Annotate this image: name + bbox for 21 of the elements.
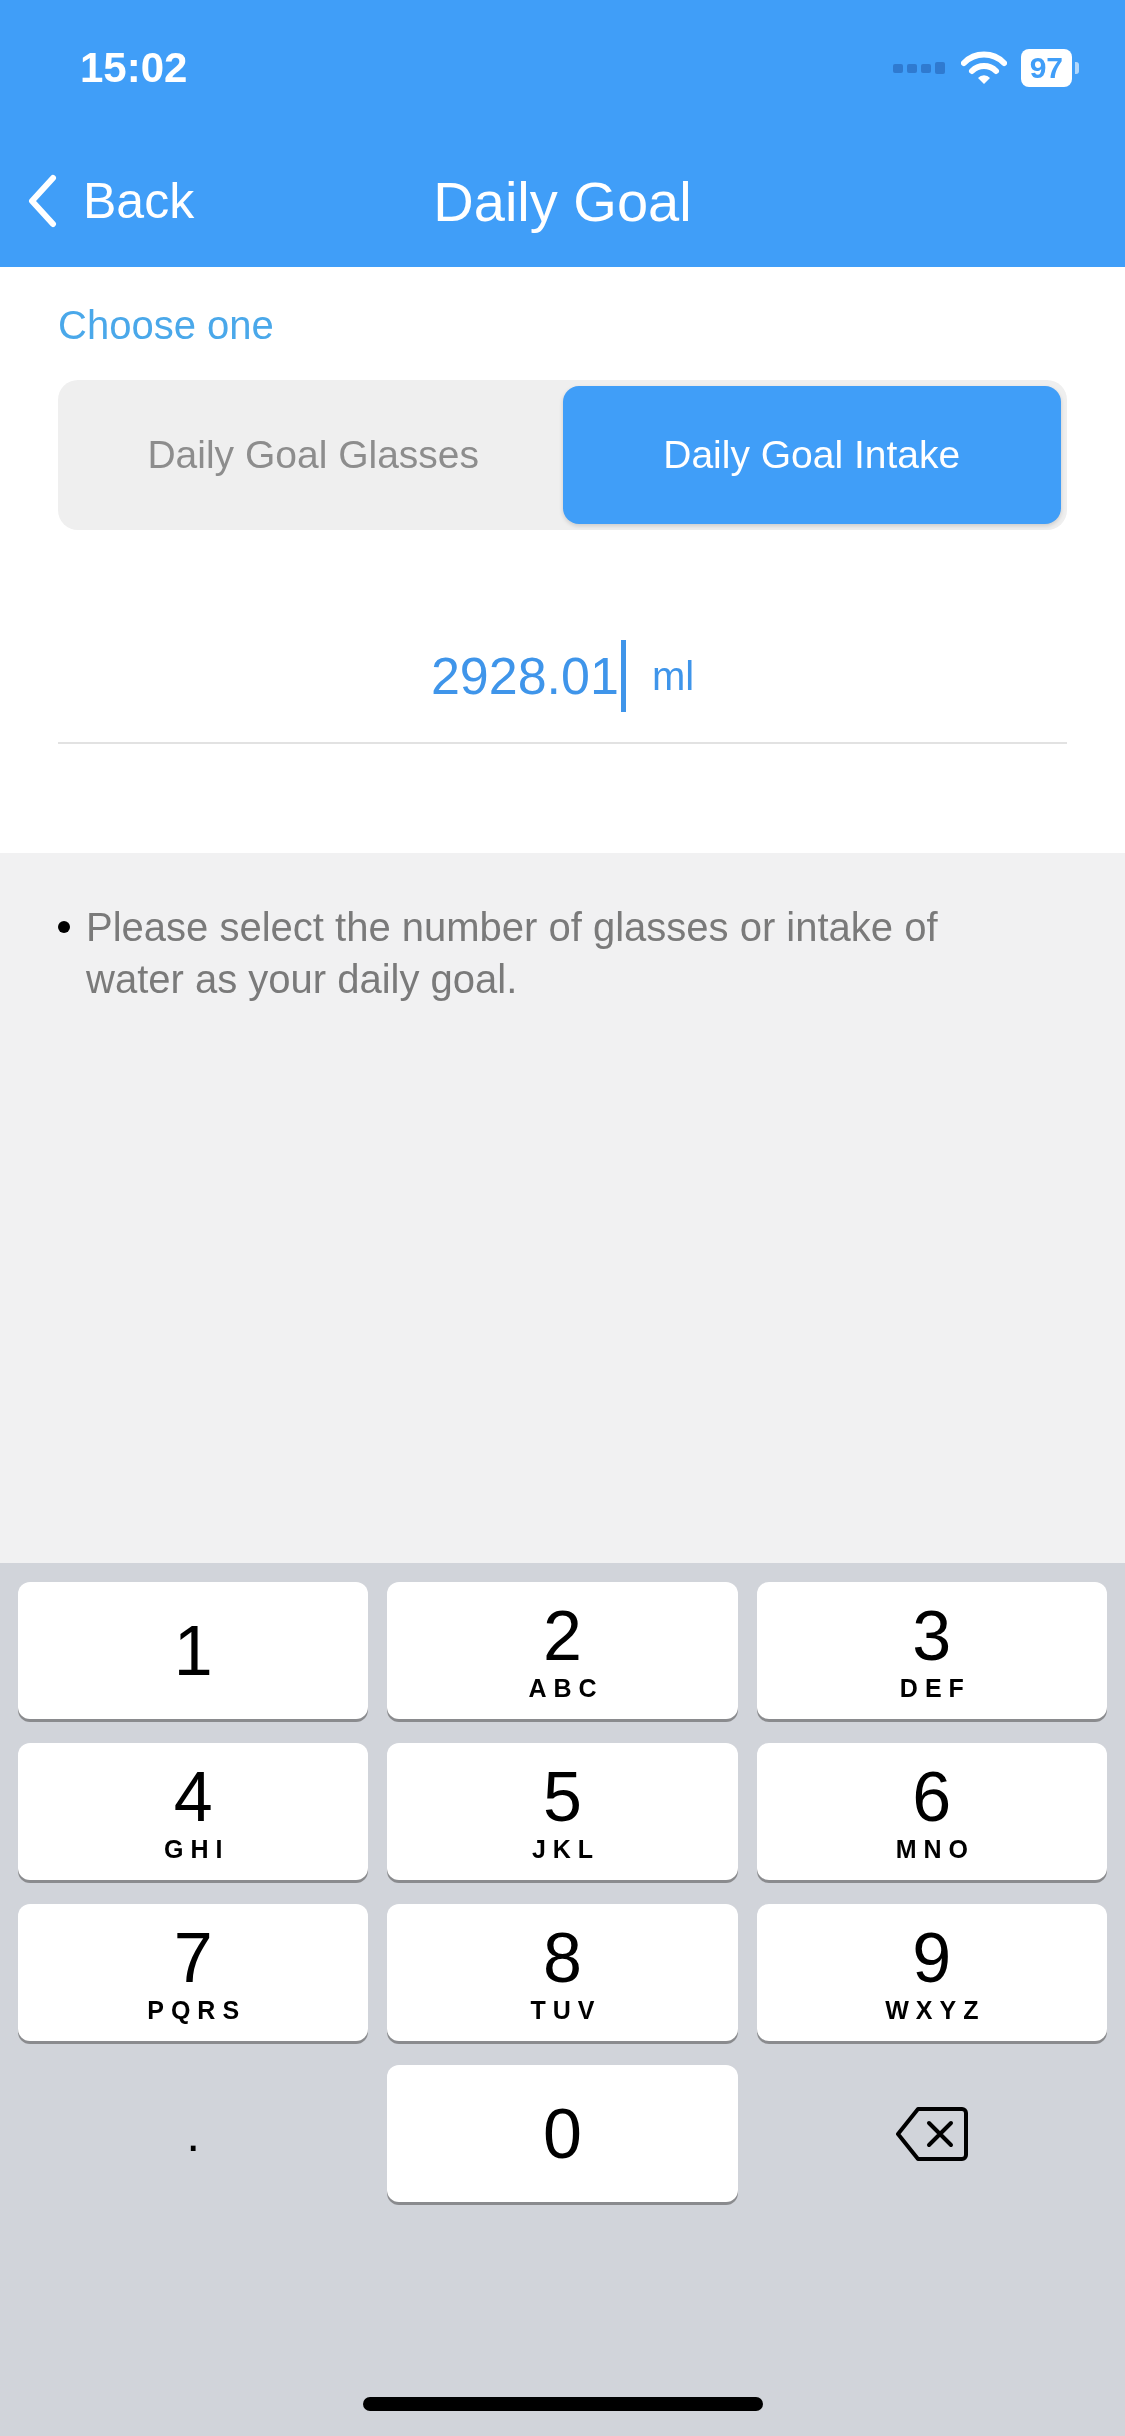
bullet-icon bbox=[58, 921, 70, 933]
section-label: Choose one bbox=[58, 303, 274, 348]
keypad-key[interactable]: 8 TUV bbox=[387, 1904, 738, 2041]
note-text: Please select the number of glasses or intake of water as your daily goal. bbox=[86, 904, 939, 1003]
chevron-icon bbox=[27, 174, 57, 228]
keypad-key[interactable]: 3 DEF bbox=[756, 1582, 1107, 1719]
page-title: Daily Goal bbox=[433, 168, 692, 234]
decimal-key[interactable]: . bbox=[153, 2093, 234, 2174]
status-time: 15:02 bbox=[80, 43, 188, 92]
keypad-key[interactable]: 4 GHI bbox=[18, 1743, 369, 1880]
wifi-icon bbox=[960, 50, 1007, 85]
keypad-key[interactable]: 9 WXYZ bbox=[756, 1904, 1107, 2041]
keypad-key[interactable]: 1 bbox=[18, 1582, 369, 1719]
keypad-key[interactable]: 2 ABC bbox=[387, 1582, 738, 1719]
keypad-key[interactable]: 0 bbox=[387, 2065, 738, 2202]
keypad-key[interactable]: 5 JKL bbox=[387, 1743, 738, 1880]
keypad-key[interactable]: 6 MNO bbox=[756, 1743, 1107, 1880]
unit-label: ml bbox=[651, 653, 695, 699]
backspace-icon[interactable] bbox=[895, 2105, 968, 2162]
signal-icon bbox=[892, 60, 947, 75]
keypad-key[interactable]: 7 PQRS bbox=[18, 1904, 369, 2041]
